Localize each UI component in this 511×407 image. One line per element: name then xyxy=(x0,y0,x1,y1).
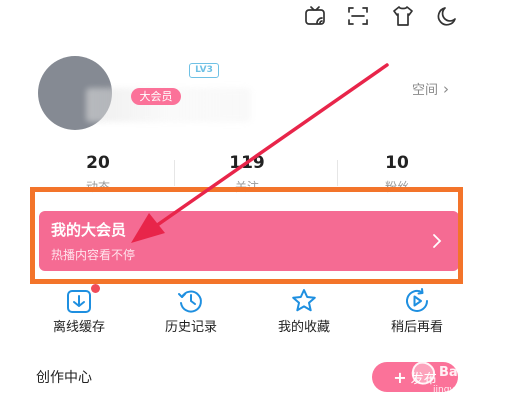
favorites-action[interactable]: 我的收藏 xyxy=(264,286,344,337)
tv-cast-icon[interactable] xyxy=(302,3,328,29)
scan-icon[interactable] xyxy=(345,3,371,29)
watermark-text: Bai经验 xyxy=(439,365,489,380)
watermark-url: jingyan.baidu.com xyxy=(433,385,511,395)
highlight-box xyxy=(30,187,463,284)
stat-number: 119 xyxy=(229,153,265,173)
stat-number: 10 xyxy=(385,153,409,173)
action-label: 稍后再看 xyxy=(390,320,443,335)
watch-later-icon xyxy=(402,286,432,316)
action-label: 历史记录 xyxy=(164,320,217,335)
watermark-logo: Bai经验 jingyan.baidu.com xyxy=(405,355,511,407)
offline-cache-action[interactable]: 离线缓存 xyxy=(39,284,119,337)
star-icon xyxy=(289,286,319,316)
vip-badge: 大会员 xyxy=(131,88,181,105)
stat-divider xyxy=(174,160,175,186)
notification-dot xyxy=(91,284,100,293)
space-label: 空间 xyxy=(412,83,439,98)
chevron-right-icon: › xyxy=(443,79,450,98)
download-icon xyxy=(64,284,100,316)
action-label: 离线缓存 xyxy=(52,320,105,335)
action-label: 我的收藏 xyxy=(277,320,330,335)
history-icon xyxy=(176,286,206,316)
stat-number: 20 xyxy=(86,153,110,173)
space-link[interactable]: 空间 › xyxy=(412,79,450,99)
creation-center-title: 创作中心 xyxy=(36,370,92,386)
tshirt-icon[interactable] xyxy=(390,3,416,29)
level-badge: LV3 xyxy=(189,63,219,78)
watch-later-action[interactable]: 稍后再看 xyxy=(377,286,457,337)
history-action[interactable]: 历史记录 xyxy=(151,286,231,337)
moon-icon[interactable] xyxy=(434,3,460,29)
stat-divider xyxy=(337,160,338,186)
